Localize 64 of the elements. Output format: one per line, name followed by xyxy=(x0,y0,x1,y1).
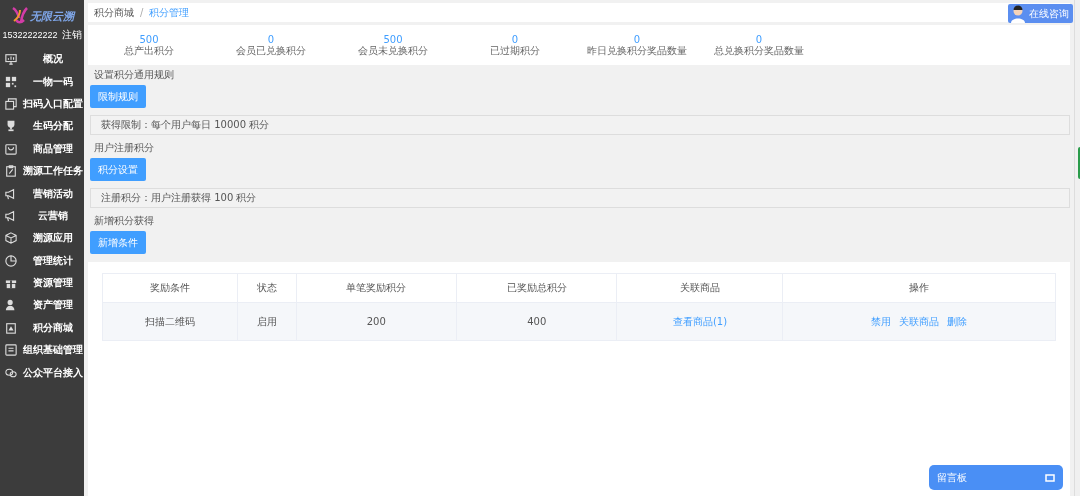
user-icon xyxy=(5,299,17,312)
sidebar-item[interactable]: 云营销 xyxy=(0,204,84,228)
document-icon xyxy=(5,344,17,357)
window-icon xyxy=(1045,473,1055,482)
sidebar-item[interactable]: 一物一码 xyxy=(0,70,84,93)
sidebar-item[interactable]: 管理统计 xyxy=(0,249,84,272)
column-header: 已奖励总积分 xyxy=(456,273,617,303)
clipboard-icon xyxy=(5,165,17,178)
megaphone-icon xyxy=(5,209,17,222)
phone-number: 15322222222 xyxy=(2,30,58,40)
sidebar-item[interactable]: 营销活动 xyxy=(0,182,84,205)
store-icon xyxy=(5,321,17,334)
sidebar-item[interactable]: 商品管理 xyxy=(0,137,84,160)
sidebar-item[interactable]: 概况 xyxy=(0,48,84,71)
megaphone-icon xyxy=(5,187,17,200)
bag-icon xyxy=(5,142,17,155)
stat-value: 0 xyxy=(267,34,275,45)
breadcrumb-link[interactable]: 积分商城 xyxy=(94,5,134,20)
section-title: 用户注册积分 xyxy=(93,141,155,155)
breadcrumb-separator: / xyxy=(140,7,144,18)
rule-info: 获得限制：每个用户每日 10000 积分 xyxy=(90,115,1070,135)
column-header: 单笔奖励积分 xyxy=(296,273,457,303)
stat-label: 会员未兑换积分 xyxy=(358,45,428,56)
stat-label: 总产出积分 xyxy=(124,45,174,56)
window-icon xyxy=(5,97,17,110)
sidebar-item[interactable]: 资产管理 xyxy=(0,294,84,317)
stat-label: 总兑换积分奖品数量 xyxy=(714,45,804,56)
monitor-icon xyxy=(5,53,17,66)
section-title: 设置积分通用规则 xyxy=(93,68,175,82)
sidebar-item[interactable]: 公众平台接入 xyxy=(0,361,84,384)
stat-label: 会员已兑换积分 xyxy=(236,45,306,56)
stat-label: 昨日兑换积分奖品数量 xyxy=(587,45,687,56)
stat-value: 0 xyxy=(755,34,763,45)
table-cell: 400 xyxy=(456,302,617,341)
stat-value: 0 xyxy=(633,34,641,45)
sidebar-item[interactable]: 溯源工作任务 xyxy=(0,159,84,183)
column-header: 关联商品 xyxy=(616,273,783,303)
column-header: 操作 xyxy=(782,273,1056,303)
section-title: 新增积分获得 xyxy=(93,214,155,228)
column-header: 状态 xyxy=(237,273,297,303)
stat-label: 已过期积分 xyxy=(490,45,540,56)
logout-link[interactable]: 注销 xyxy=(61,28,82,42)
sidebar-item[interactable]: 扫码入口配置 xyxy=(0,92,84,116)
trophy-icon xyxy=(5,120,17,133)
table-cell: 200 xyxy=(296,302,457,341)
table-cell: 扫描二维码 xyxy=(102,302,238,341)
cube-icon xyxy=(5,232,17,245)
logo-text: 无限云溯 xyxy=(29,8,74,24)
sidebar-item[interactable]: 积分商城 xyxy=(0,316,84,340)
stat-value: 500 xyxy=(139,34,159,45)
sidebar-item[interactable]: 组织基础管理 xyxy=(0,339,84,362)
logo-icon xyxy=(10,6,29,26)
table-cell: 启用 xyxy=(237,302,297,341)
rule-info: 注册积分：用户注册获得 100 积分 xyxy=(90,188,1070,208)
qr-code-icon xyxy=(5,75,17,88)
column-header: 奖励条件 xyxy=(102,273,238,303)
sidebar-item[interactable]: 生码分配 xyxy=(0,115,84,138)
stat-value: 0 xyxy=(511,34,519,45)
chat-icon xyxy=(5,366,17,379)
stat-value: 500 xyxy=(383,34,403,45)
sidebar-item[interactable]: 资源管理 xyxy=(0,271,84,295)
sidebar-item[interactable]: 溯源应用 xyxy=(0,227,84,250)
person-icon xyxy=(1010,4,1026,23)
pie-chart-icon xyxy=(5,254,17,267)
